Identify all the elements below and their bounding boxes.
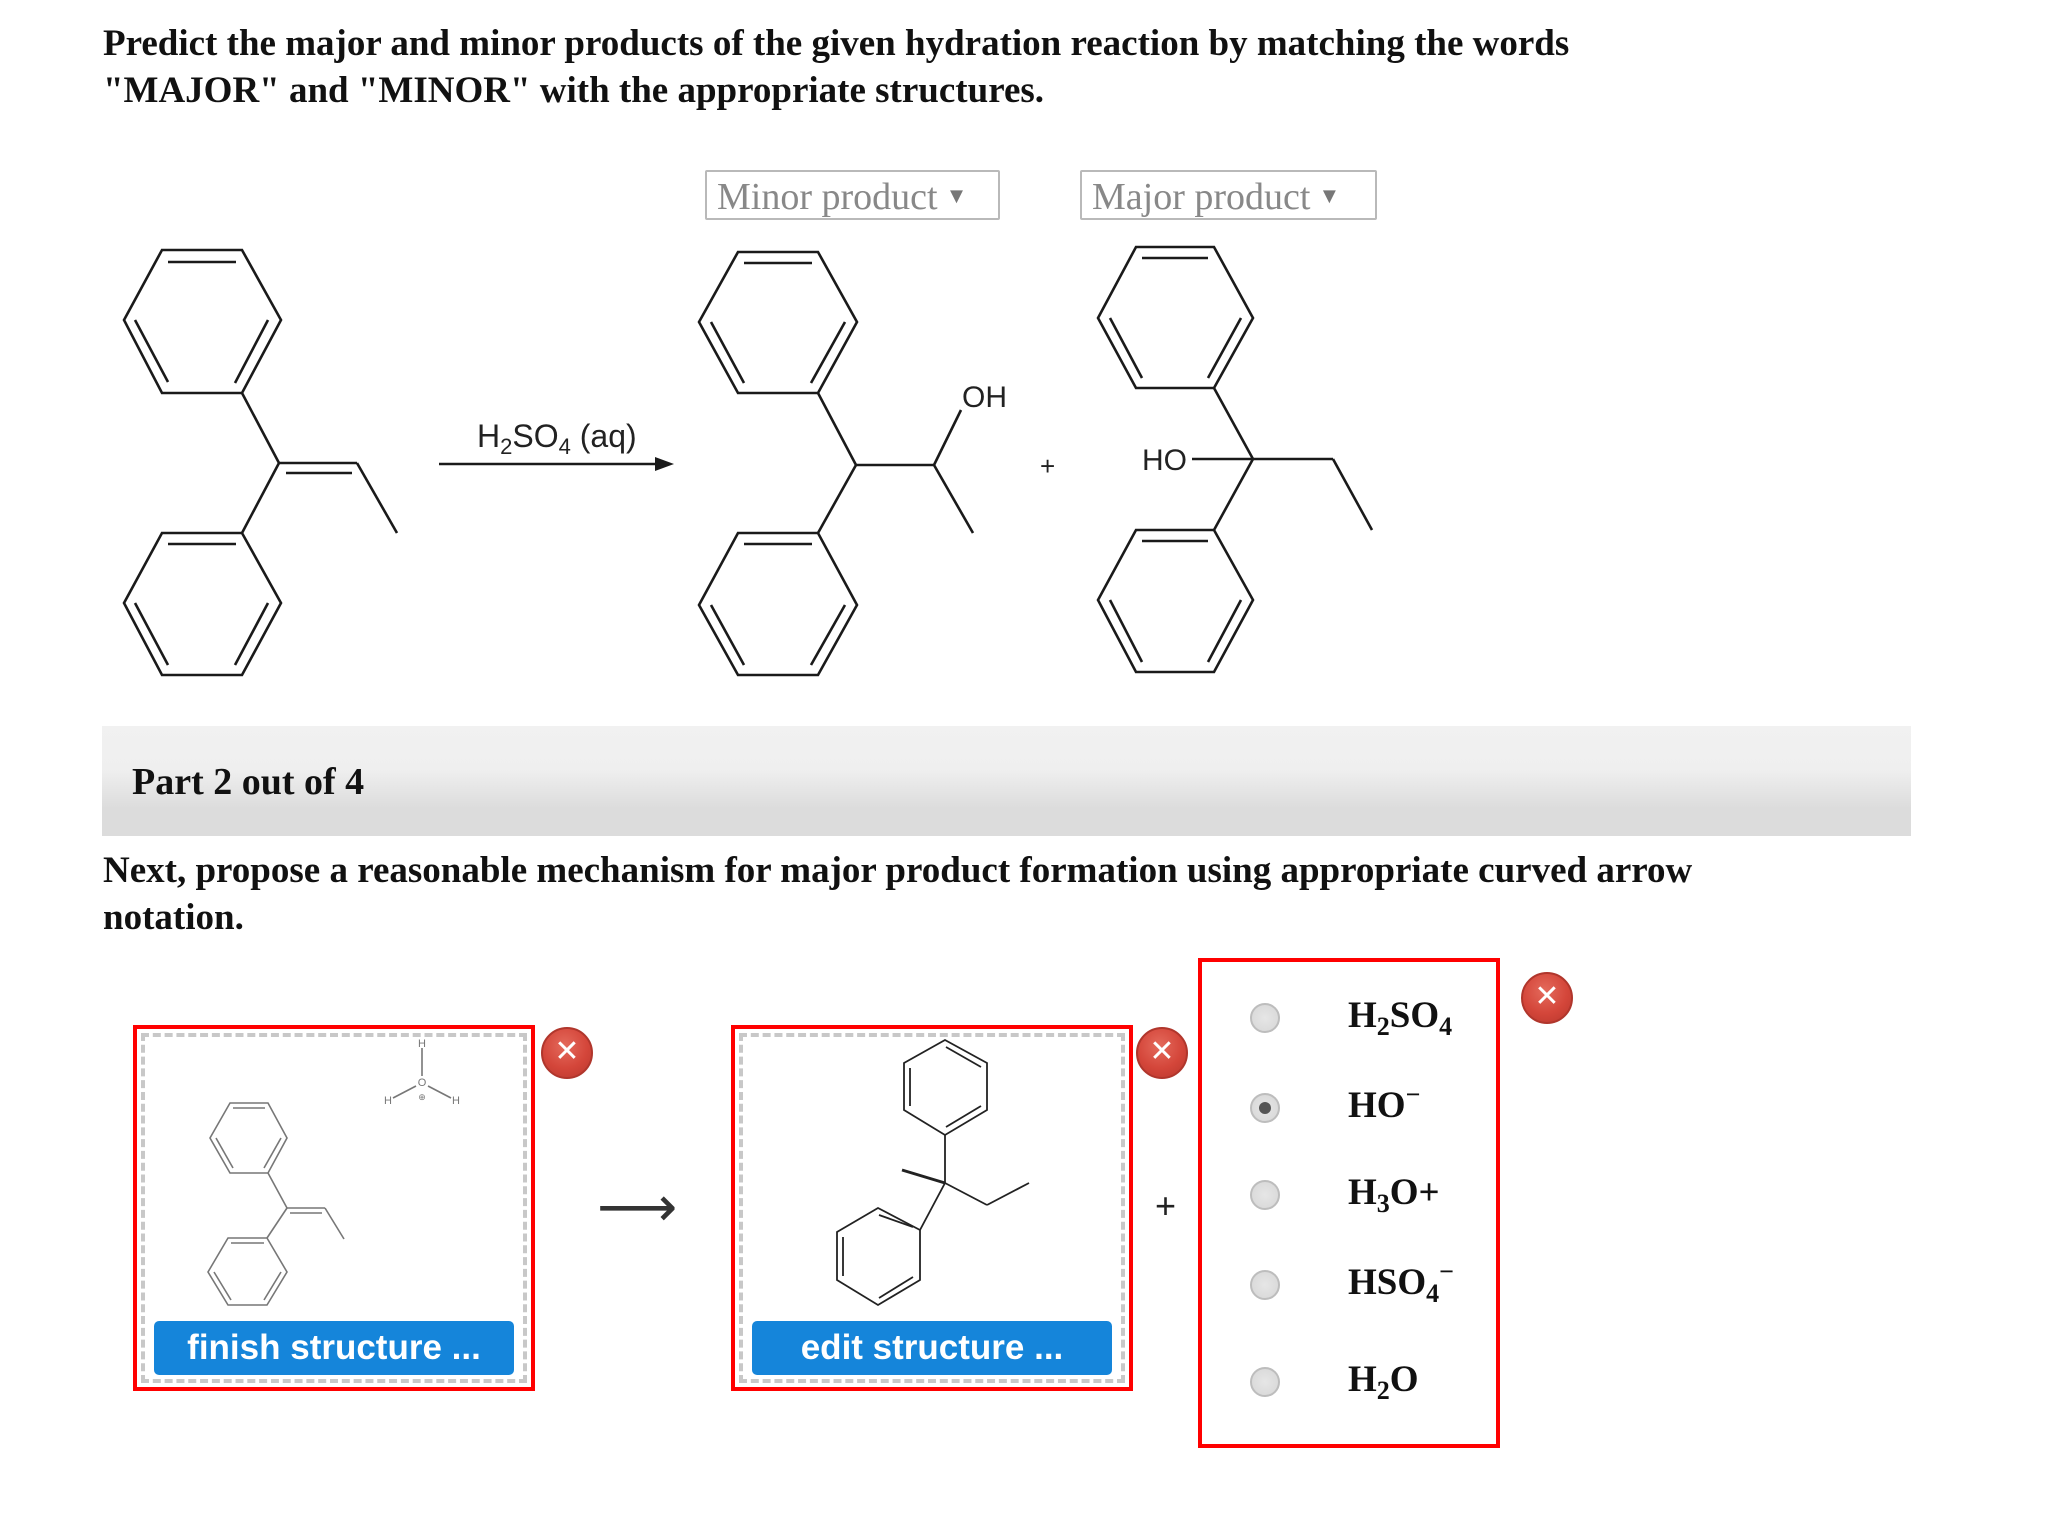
formula-rest: SO xyxy=(1389,995,1440,1036)
option-row[interactable]: H2O xyxy=(1202,1352,1496,1412)
formula-base: H xyxy=(1348,995,1377,1036)
part-header: Part 2 out of 4 xyxy=(102,726,1911,836)
structure-box-reactants[interactable]: H O H H ⊕ finish structure ... xyxy=(133,1025,535,1391)
reactant-structure xyxy=(122,248,399,677)
formula-base: H xyxy=(1348,1172,1377,1213)
reaction-scheme: H2SO4 (aq) OH + HO xyxy=(122,245,1374,677)
option-row[interactable]: HO− xyxy=(1202,1078,1496,1138)
edit-structure-button[interactable]: edit structure ... xyxy=(752,1321,1112,1375)
close-icon: ✕ xyxy=(1534,979,1560,1014)
radio-button[interactable] xyxy=(1250,1003,1280,1033)
option-row[interactable]: H3O+ xyxy=(1202,1165,1496,1225)
formula-rest: O xyxy=(1389,1359,1419,1400)
option-label[interactable]: H2SO4 xyxy=(1348,992,1452,1040)
close-icon: ✕ xyxy=(554,1034,580,1069)
positive-charge-icon: ⊕ xyxy=(418,1092,426,1102)
radio-button[interactable] xyxy=(1250,1270,1280,1300)
option-label[interactable]: HSO4− xyxy=(1348,1259,1454,1307)
remove-box2-button[interactable]: ✕ xyxy=(1136,1027,1188,1079)
close-icon: ✕ xyxy=(1149,1034,1175,1069)
formula-subscript: 4 xyxy=(1439,1012,1453,1041)
oh-label: OH xyxy=(962,381,1007,414)
reagent-label: H2SO4 (aq) xyxy=(477,418,637,459)
formula-rest: O+ xyxy=(1389,1172,1440,1213)
remove-box1-button[interactable]: ✕ xyxy=(541,1027,593,1079)
finish-structure-button[interactable]: finish structure ... xyxy=(154,1321,514,1375)
ho-label: HO xyxy=(1142,444,1187,477)
formula-charge: − xyxy=(1439,1257,1454,1286)
formula-subscript: 2 xyxy=(1376,1376,1390,1405)
reagent-options-panel: H2SO4 HO− H3O+ HSO4− H2O xyxy=(1198,958,1500,1448)
hydronium-h-right: H xyxy=(452,1095,460,1107)
formula-base: HSO xyxy=(1348,1262,1427,1303)
option-label[interactable]: H2O xyxy=(1348,1356,1419,1404)
hydronium-h-left: H xyxy=(384,1095,392,1107)
instruction-text: Next, propose a reasonable mechanism for… xyxy=(103,847,1692,941)
hydronium-h-top: H xyxy=(418,1038,426,1050)
radio-button[interactable] xyxy=(1250,1180,1280,1210)
plus-sign: + xyxy=(1155,1185,1177,1226)
instruction-line-1: Next, propose a reasonable mechanism for… xyxy=(103,850,1693,891)
formula-subscript: 3 xyxy=(1376,1189,1390,1218)
formula-subscript: 2 xyxy=(1376,1012,1390,1041)
minor-product-structure xyxy=(697,250,975,677)
formula-base: H xyxy=(1348,1359,1377,1400)
formula-subscript: 4 xyxy=(1426,1279,1440,1308)
radio-button[interactable] xyxy=(1250,1093,1280,1123)
option-label[interactable]: HO− xyxy=(1348,1082,1420,1130)
arrowhead-icon xyxy=(655,457,674,471)
structure-box-intermediate[interactable]: edit structure ... xyxy=(731,1025,1133,1391)
plus-sign: + xyxy=(1040,451,1055,481)
option-row[interactable]: H2SO4 xyxy=(1202,988,1496,1048)
instruction-line-2: notation. xyxy=(103,897,244,938)
formula-charge: − xyxy=(1405,1080,1421,1109)
mechanism-arrow: ⟶ xyxy=(597,1175,678,1240)
major-product-structure xyxy=(1096,245,1374,674)
remove-options-button[interactable]: ✕ xyxy=(1521,972,1573,1024)
hydronium-o: O xyxy=(418,1077,427,1089)
formula-base: HO xyxy=(1348,1085,1406,1126)
part-label: Part 2 out of 4 xyxy=(132,761,365,803)
option-row[interactable]: HSO4− xyxy=(1202,1255,1496,1315)
option-label[interactable]: H3O+ xyxy=(1348,1169,1440,1217)
radio-button[interactable] xyxy=(1250,1367,1280,1397)
